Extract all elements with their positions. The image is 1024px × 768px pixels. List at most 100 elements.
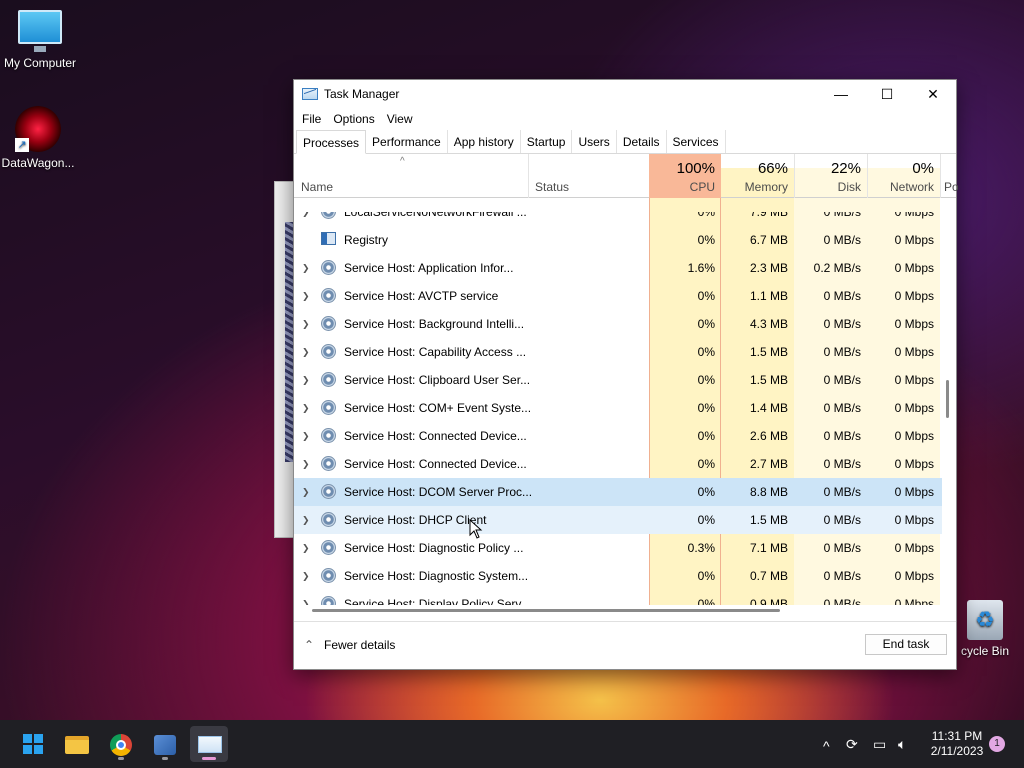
- process-row[interactable]: ❯ Service Host: Clipboard User Ser... 0% 1.…: [294, 366, 942, 394]
- process-network: 0 Mbps: [894, 233, 934, 247]
- process-row[interactable]: ❯ Service Host: Connected Device... 0% 2.7 …: [294, 450, 942, 478]
- process-row[interactable]: ❯ Service Host: DHCP Client 0% 1.5 MB 0 MB/s…: [294, 506, 942, 534]
- tab-app-history[interactable]: App history: [448, 130, 521, 153]
- expand-chevron-icon[interactable]: ❯: [302, 422, 314, 450]
- process-memory: 2.7 MB: [749, 457, 788, 471]
- recycle-bin-icon: ♻: [967, 600, 1003, 640]
- task-manager-icon: [198, 736, 222, 753]
- desktop-icon-datawagon[interactable]: ↗ DataWagon...: [0, 106, 80, 170]
- process-memory: 6.7 MB: [749, 233, 788, 247]
- menu-file[interactable]: File: [302, 112, 321, 126]
- process-row[interactable]: ❯ Service Host: Application Infor... 1.6% 2…: [294, 254, 942, 282]
- background-window[interactable]: [274, 181, 294, 538]
- expand-chevron-icon[interactable]: ❯: [302, 282, 314, 310]
- taskbar: ^ ⟳ ▭ 🔈︎ 11:31 PM 2/11/2023: [0, 720, 1024, 768]
- process-cpu: 1.6%: [687, 261, 715, 275]
- notification-badge[interactable]: 1: [989, 736, 1005, 752]
- process-row[interactable]: ❯ Service Host: COM+ Event Syste... 0% 1.4 …: [294, 394, 942, 422]
- process-cpu: 0%: [697, 345, 715, 359]
- expand-chevron-icon[interactable]: ❯: [302, 534, 314, 562]
- process-row[interactable]: ❯ Service Host: Diagnostic Policy ... 0.3%…: [294, 534, 942, 562]
- gear-icon: [321, 212, 339, 220]
- process-name: Service Host: Clipboard User Ser...: [344, 373, 531, 387]
- process-row[interactable]: Registry 0% 6.7 MB 0 MB/s 0 Mbps: [294, 226, 942, 254]
- process-row[interactable]: ❯ Service Host: AVCTP service 0% 1.1 MB 0 MB…: [294, 282, 942, 310]
- fewer-details-button[interactable]: ⌃ Fewer details: [304, 638, 395, 652]
- expand-chevron-icon[interactable]: ❯: [302, 506, 314, 534]
- minimize-button[interactable]: —: [818, 80, 864, 108]
- tab-details[interactable]: Details: [617, 130, 667, 153]
- process-memory: 4.3 MB: [749, 317, 788, 331]
- process-row[interactable]: ❯ Service Host: Display Policy Serv... 0% 0…: [294, 590, 942, 605]
- start-button[interactable]: [13, 726, 51, 762]
- process-name: Service Host: COM+ Event Syste...: [344, 401, 532, 415]
- sync-alert-icon[interactable]: ⟳: [846, 736, 858, 753]
- network-icon[interactable]: ▭: [873, 736, 886, 753]
- gear-icon: [321, 428, 339, 444]
- expand-chevron-icon[interactable]: ❯: [302, 366, 314, 394]
- taskbar-settings-app[interactable]: [146, 726, 184, 762]
- process-cpu: 0.3%: [687, 541, 715, 555]
- process-memory: 7.9 MB: [749, 212, 788, 219]
- show-hidden-icons-chevron[interactable]: ^: [823, 738, 830, 754]
- process-disk: 0 MB/s: [823, 569, 861, 583]
- column-header-name[interactable]: Name: [294, 154, 528, 198]
- column-header-power[interactable]: Po: [944, 154, 958, 198]
- expand-chevron-icon[interactable]: ❯: [302, 562, 314, 590]
- volume-icon[interactable]: 🔈︎: [898, 736, 906, 753]
- taskbar-task-manager[interactable]: [190, 726, 228, 762]
- column-header-memory[interactable]: 66% Memory: [721, 154, 794, 198]
- title-bar[interactable]: Task Manager — ☐ ✕: [294, 80, 956, 108]
- process-disk: 0 MB/s: [823, 233, 861, 247]
- taskbar-chrome[interactable]: [102, 726, 140, 762]
- menu-options[interactable]: Options: [333, 112, 374, 126]
- expand-chevron-icon[interactable]: ❯: [302, 254, 314, 282]
- desktop-icon-my-computer[interactable]: My Computer: [0, 10, 82, 70]
- tab-startup[interactable]: Startup: [521, 130, 573, 153]
- process-row[interactable]: ❯ Service Host: DCOM Server Proc... 0% 8.8 …: [294, 478, 942, 506]
- process-name: Service Host: Display Policy Serv...: [344, 597, 531, 605]
- clock-time: 11:31 PM: [931, 729, 983, 743]
- end-task-button[interactable]: End task: [865, 634, 947, 655]
- column-header-disk[interactable]: 22% Disk: [794, 154, 867, 198]
- task-manager-icon: [302, 88, 318, 100]
- tab-processes[interactable]: Processes: [296, 130, 367, 154]
- menu-view[interactable]: View: [387, 112, 413, 126]
- close-button[interactable]: ✕: [910, 80, 956, 108]
- process-disk: 0 MB/s: [823, 457, 861, 471]
- process-network: 0 Mbps: [894, 485, 934, 499]
- column-header-status[interactable]: Status: [529, 154, 649, 198]
- process-row[interactable]: ❯ LocalServiceNoNetworkFirewall ... 0% 7.9 …: [294, 212, 942, 226]
- window-title: Task Manager: [324, 87, 400, 101]
- process-row[interactable]: ❯ Service Host: Diagnostic System... 0% 0.7…: [294, 562, 942, 590]
- tab-users[interactable]: Users: [572, 130, 617, 153]
- task-manager-window[interactable]: Task Manager — ☐ ✕ File Options View Pro…: [293, 79, 958, 670]
- column-header-cpu[interactable]: 100% CPU: [649, 154, 721, 198]
- process-row[interactable]: ❯ Service Host: Capability Access ... 0% 1.…: [294, 338, 942, 366]
- process-name: Service Host: Connected Device...: [344, 429, 527, 443]
- vertical-scrollbar[interactable]: [946, 380, 949, 418]
- process-disk: 0 MB/s: [823, 373, 861, 387]
- process-memory: 1.4 MB: [749, 401, 788, 415]
- expand-chevron-icon[interactable]: ❯: [302, 310, 314, 338]
- file-explorer-icon: [65, 736, 89, 754]
- process-row[interactable]: ❯ Service Host: Connected Device... 0% 2.6 …: [294, 422, 942, 450]
- expand-chevron-icon[interactable]: ❯: [302, 450, 314, 478]
- process-name: Service Host: Background Intelli...: [344, 317, 525, 331]
- process-name: Service Host: Diagnostic Policy ...: [344, 541, 524, 555]
- gear-icon: [321, 484, 339, 500]
- taskbar-file-explorer[interactable]: [58, 726, 96, 762]
- tab-performance[interactable]: Performance: [366, 130, 448, 153]
- process-row[interactable]: ❯ Service Host: Background Intelli... 0% 4.…: [294, 310, 942, 338]
- tab-services[interactable]: Services: [667, 130, 726, 153]
- expand-chevron-icon[interactable]: ❯: [302, 478, 314, 506]
- expand-chevron-icon[interactable]: ❯: [302, 212, 314, 226]
- expand-chevron-icon[interactable]: ❯: [302, 338, 314, 366]
- expand-chevron-icon[interactable]: ❯: [302, 394, 314, 422]
- process-list[interactable]: ❯ LocalServiceNoNetworkFirewall ... 0% 7.9 …: [294, 212, 942, 605]
- column-header-network[interactable]: 0% Network: [867, 154, 940, 198]
- expand-chevron-icon[interactable]: ❯: [302, 590, 314, 605]
- clock[interactable]: 11:31 PM 2/11/2023: [922, 729, 992, 759]
- horizontal-scrollbar[interactable]: [312, 609, 780, 612]
- maximize-button[interactable]: ☐: [864, 80, 910, 108]
